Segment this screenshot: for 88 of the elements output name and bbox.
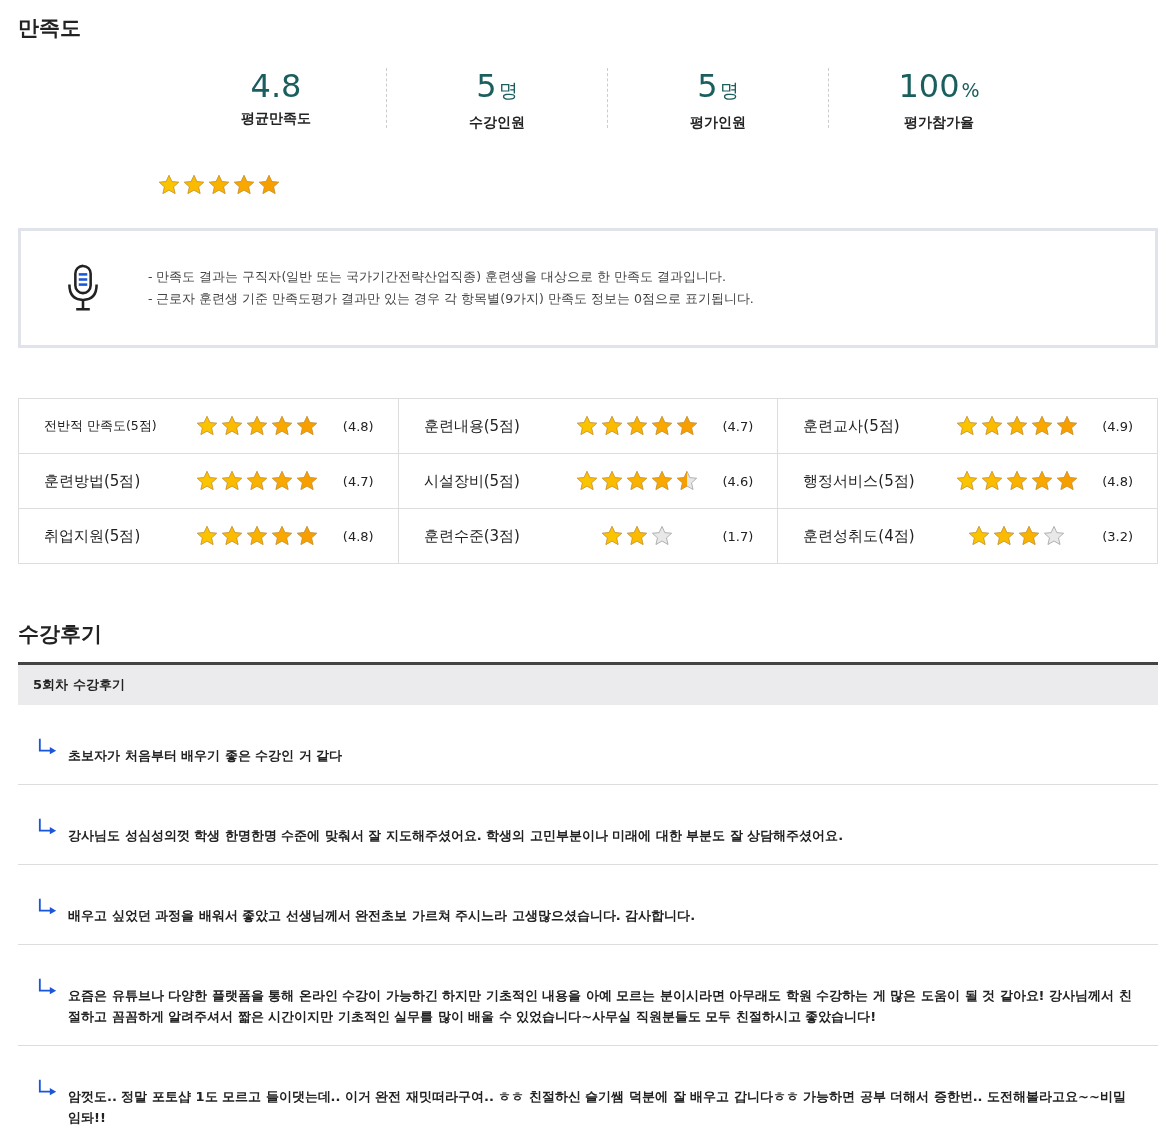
rating-label: 훈련성취도(4점) xyxy=(803,526,916,546)
star-icon xyxy=(1005,415,1028,437)
star-icon xyxy=(968,525,991,547)
star-icon xyxy=(1055,470,1078,492)
star-icon xyxy=(196,470,219,492)
star-icon xyxy=(955,470,978,492)
reply-arrow-icon xyxy=(38,817,58,837)
stat-label: 수강인원 xyxy=(468,114,526,132)
star-icon xyxy=(158,174,180,196)
star-icon xyxy=(601,470,623,492)
star-icon xyxy=(296,470,319,492)
star-icon xyxy=(196,525,219,547)
rating-label: 훈련내용(5점) xyxy=(423,416,521,436)
star-icon xyxy=(601,415,623,437)
review-text: 배우고 싶었던 과정을 배워서 좋았고 선생님께서 완전초보 가르쳐 주시느라 고생많으셨습니다. 감사합니다. xyxy=(68,907,696,925)
section-title: 수강후기 xyxy=(18,621,103,648)
star-icon xyxy=(993,525,1016,547)
star-icon xyxy=(271,470,294,492)
star-icon xyxy=(221,470,244,492)
reply-arrow-icon xyxy=(38,1078,58,1098)
rating-label: 훈련교사(5점) xyxy=(803,416,901,436)
rating-label: 훈련수준(3점) xyxy=(423,526,521,546)
rating-label: 행정서비스(5점) xyxy=(803,471,916,491)
rating-score: (4.6) xyxy=(721,473,754,489)
stat-label: 평가인원 xyxy=(689,114,747,132)
rating-label: 취업지원(5점) xyxy=(44,526,142,546)
star-icon xyxy=(246,525,269,547)
reply-arrow-icon xyxy=(38,977,58,997)
star-icon xyxy=(1018,525,1041,547)
rating-score: (1.7) xyxy=(721,528,754,544)
rating-score: (3.2) xyxy=(1101,528,1133,544)
rating-score: (4.8) xyxy=(341,418,374,434)
rating-label: 전반적 만족도(5점) xyxy=(44,417,158,435)
star-icon xyxy=(576,470,598,492)
rating-score: (4.9) xyxy=(1101,418,1133,434)
reply-arrow-icon xyxy=(38,737,58,757)
notice-text: - 만족도 결과는 구직자(일반 또는 국가기간전략산업직종) 훈련생을 대상으로 한 만족도 결과입니다. xyxy=(148,268,727,286)
star-icon xyxy=(1030,415,1053,437)
rating-score: (4.7) xyxy=(721,418,754,434)
star-icon xyxy=(651,525,673,547)
star-icon xyxy=(208,174,230,196)
star-icon xyxy=(626,470,648,492)
star-icon xyxy=(676,415,698,437)
review-header: 5회차 수강후기 xyxy=(18,662,1158,705)
stat-value: 4.8 xyxy=(249,68,303,104)
star-icon xyxy=(1005,470,1028,492)
star-icon xyxy=(955,415,978,437)
star-icon xyxy=(221,525,244,547)
star-icon xyxy=(258,174,280,196)
star-icon xyxy=(221,415,244,437)
star-icon xyxy=(183,174,205,196)
star-icon xyxy=(246,470,269,492)
stat-value: 100% xyxy=(897,68,981,107)
star-icon xyxy=(1055,415,1078,437)
star-icon xyxy=(651,470,673,492)
star-icon xyxy=(296,525,319,547)
notice-text: - 근로자 훈련생 기준 만족도평가 결과만 있는 경우 각 항목별(9가지) 만족도 정보는 0점으로 표기됩니다. xyxy=(148,290,754,308)
star-icon xyxy=(626,525,648,547)
star-icon xyxy=(246,415,269,437)
review-text: 요즘은 유튜브나 다양한 플랫폼을 통해 온라인 수강이 가능하긴 하지만 기초적인 내용을 아예 모르는 분이시라면 아무래도 학원 수강하는 게 많은 도움이 될 것 같아요! 강사님께서 친절하고 꼼꼼하게 알려주셔서 짧은 시간이지만 기초적인 실무를 많이 배울 수 있었습니다~사무실 직원분들도 모두 친절하시고 좋았습니다! xyxy=(68,987,1133,1026)
star-icon xyxy=(651,415,673,437)
star-icon xyxy=(296,415,319,437)
star-icon xyxy=(626,415,648,437)
rating-score: (4.8) xyxy=(341,528,374,544)
star-icon xyxy=(980,415,1003,437)
star-icon xyxy=(576,415,598,437)
star-icon xyxy=(271,415,294,437)
reply-arrow-icon xyxy=(38,897,58,917)
rating-label: 훈련방법(5점) xyxy=(44,471,142,491)
star-icon xyxy=(980,470,1003,492)
review-text: 초보자가 처음부터 배우기 좋은 수강인 거 같다 xyxy=(68,747,343,765)
rating-score: (4.7) xyxy=(341,473,374,489)
section-title: 만족도 xyxy=(18,15,82,42)
star-icon xyxy=(233,174,255,196)
stat-label: 평균만족도 xyxy=(240,110,312,128)
star-icon xyxy=(1043,525,1066,547)
star-icon xyxy=(271,525,294,547)
star-icon xyxy=(196,415,219,437)
star-icon xyxy=(1030,470,1053,492)
stat-label: 평가참가율 xyxy=(903,114,975,132)
stat-value: 5 명 xyxy=(475,68,519,107)
star-icon xyxy=(676,470,698,492)
review-text: 강사님도 성심성의껏 학생 한명한명 수준에 맞춰서 잘 지도해주셨어요. 학생의 고민부분이나 미래에 대한 부분도 잘 상담해주셨어요. xyxy=(68,827,844,845)
star-icon xyxy=(601,525,623,547)
rating-label: 시설장비(5점) xyxy=(423,471,521,491)
stat-value: 5 명 xyxy=(696,68,740,107)
review-text: 암껏도.. 정말 포토샵 1도 모르고 들이댓는데.. 이거 완전 재밋떠라구여.. ㅎㅎ 친절하신 슬기쌤 덕분에 잘 배우고 갑니다ㅎㅎ 가능하면 공부 더해서 증한번.. 도전해볼라고요~~비밀임돠!! xyxy=(68,1088,1127,1127)
rating-score: (4.8) xyxy=(1101,473,1133,489)
